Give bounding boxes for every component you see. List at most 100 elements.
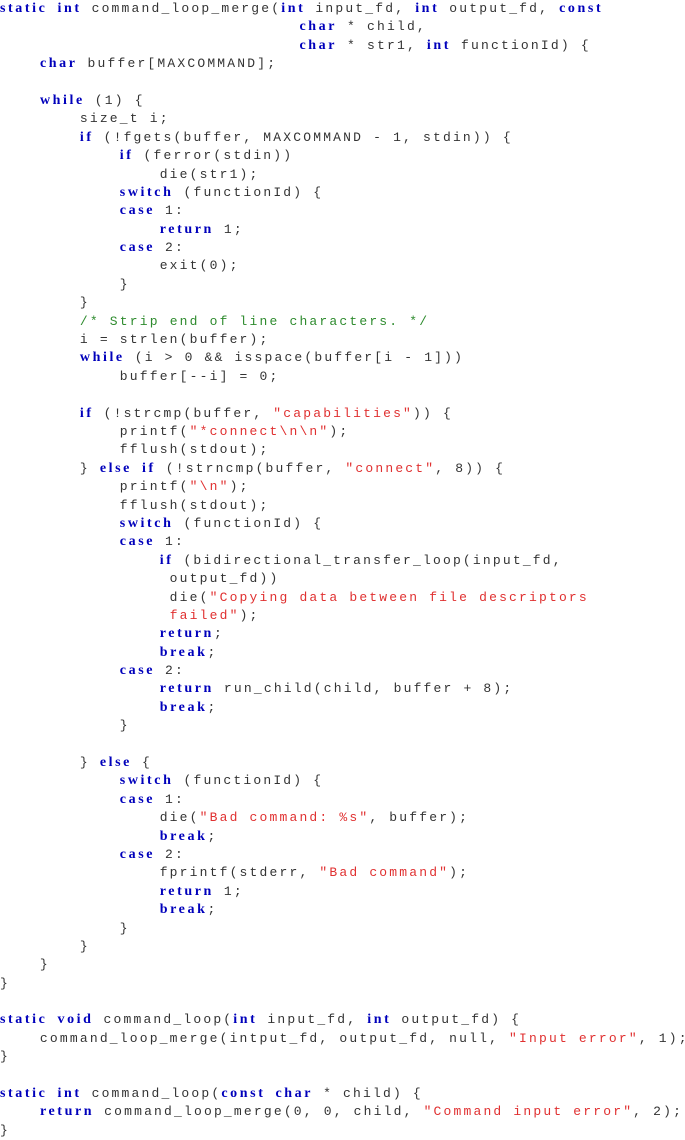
keyword-token: if xyxy=(159,552,174,568)
keyword-token: switch xyxy=(119,184,174,200)
code-line: if (bidirectional_transfer_loop(input_fd… xyxy=(0,552,685,570)
code-text: die(str1); xyxy=(0,166,260,182)
code-line: die(str1); xyxy=(0,166,685,184)
keyword-token: break xyxy=(159,699,208,715)
code-line: while (1) { xyxy=(0,92,685,110)
keyword-token: char xyxy=(299,19,338,35)
keyword-token: int xyxy=(415,1,440,16)
code-text: fflush(stdout); xyxy=(0,442,270,458)
code-line: die("Bad command: %s", buffer); xyxy=(0,809,685,827)
code-text: output_fd)) xyxy=(0,571,280,587)
code-text: ); xyxy=(329,423,350,439)
code-text: , 2); xyxy=(633,1104,684,1120)
code-line: if (!strcmp(buffer, "capabilities")) { xyxy=(0,405,685,423)
code-text: 1: xyxy=(155,791,186,807)
keyword-token: int xyxy=(57,1,82,16)
code-line: } xyxy=(0,956,685,974)
code-text: (!strcmp(buffer, xyxy=(93,405,274,421)
code-line: } xyxy=(0,920,685,938)
code-text: } xyxy=(0,718,130,734)
code-line: exit(0); xyxy=(0,257,685,275)
keyword-token: char xyxy=(39,56,78,72)
keyword-token: return xyxy=(39,1104,95,1120)
code-text: } xyxy=(0,460,100,476)
keyword-token: return xyxy=(159,681,214,697)
keyword-token: break xyxy=(159,902,208,918)
keyword-token: static xyxy=(0,1,48,16)
code-text: ; xyxy=(213,626,224,642)
code-text: )) { xyxy=(413,405,453,421)
code-text: ); xyxy=(449,865,470,881)
code-line: case 2: xyxy=(0,846,685,864)
code-line: case 1: xyxy=(0,791,685,809)
code-line: fflush(stdout); xyxy=(0,441,685,459)
code-text: * str1, xyxy=(337,37,427,53)
string-literal: "\n" xyxy=(189,479,230,495)
code-text: * child, xyxy=(337,19,427,35)
code-line: return command_loop_merge(0, 0, child, "… xyxy=(0,1103,685,1121)
code-text: ); xyxy=(239,607,260,623)
keyword-token: while xyxy=(39,92,85,108)
keyword-token: int xyxy=(281,1,306,16)
code-text: } xyxy=(0,276,130,292)
code-text: (ferror(stdin)) xyxy=(133,148,294,164)
code-line: } xyxy=(0,975,685,993)
code-text: } xyxy=(0,938,90,954)
code-line: size_t i; xyxy=(0,110,685,128)
code-text: command_loop( xyxy=(81,1086,222,1102)
code-listing: static int command_loop_merge(int input_… xyxy=(0,0,685,1140)
keyword-token: const xyxy=(559,1,604,16)
code-text: } xyxy=(0,1122,10,1138)
code-text: , buffer); xyxy=(369,810,470,826)
code-line: while (i > 0 && isspace(buffer[i - 1])) xyxy=(0,349,685,367)
code-text: input_fd, xyxy=(257,1012,368,1028)
code-text: command_loop_merge( xyxy=(81,1,282,16)
code-text: (!fgets(buffer, MAXCOMMAND - 1, stdin)) … xyxy=(93,129,513,145)
code-text: ; xyxy=(207,644,218,660)
code-line: switch (functionId) { xyxy=(0,184,685,202)
code-line: case 2: xyxy=(0,239,685,257)
string-literal: "Bad command" xyxy=(319,865,450,881)
code-line: die("Copying data between file descripto… xyxy=(0,589,685,607)
code-text: (functionId) { xyxy=(173,515,324,531)
code-line: } else { xyxy=(0,754,685,772)
keyword-token: const xyxy=(221,1086,266,1102)
code-line: } xyxy=(0,938,685,956)
keyword-token: static xyxy=(0,1012,48,1028)
code-text: 2: xyxy=(155,663,186,679)
code-text: buffer[MAXCOMMAND]; xyxy=(77,56,278,72)
code-text: output_fd, xyxy=(439,1,560,16)
code-line: printf("\n"); xyxy=(0,478,685,496)
keyword-token: int xyxy=(233,1012,258,1028)
code-line: static int command_loop(const char * chi… xyxy=(0,1085,685,1103)
keyword-token: switch xyxy=(119,773,174,789)
code-text: } xyxy=(0,295,90,311)
code-line: if (!fgets(buffer, MAXCOMMAND - 1, stdin… xyxy=(0,129,685,147)
code-line: break; xyxy=(0,901,685,919)
code-text: command_loop_merge(0, 0, child, xyxy=(94,1104,424,1120)
code-line: break; xyxy=(0,699,685,717)
code-line: switch (functionId) { xyxy=(0,772,685,790)
code-line: return run_child(child, buffer + 8); xyxy=(0,680,685,698)
code-text: functionId) { xyxy=(451,37,591,53)
code-text: (functionId) { xyxy=(173,773,324,789)
code-line: /* Strip end of line characters. */ xyxy=(0,313,685,331)
code-line: char * str1, int functionId) { xyxy=(0,37,685,55)
